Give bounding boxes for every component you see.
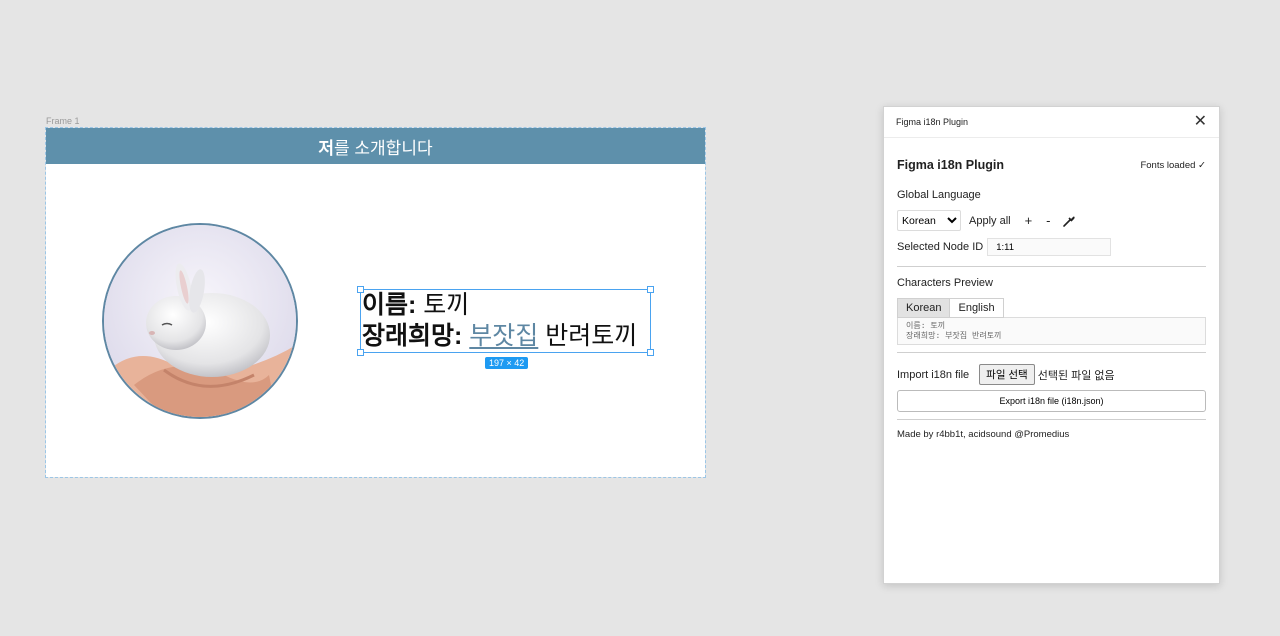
rabbit-image	[104, 225, 296, 417]
tab-korean[interactable]: Korean	[897, 298, 951, 318]
resize-handle-tl[interactable]	[357, 286, 364, 293]
tab-english[interactable]: English	[949, 298, 1004, 318]
size-badge: 197 × 42	[485, 357, 529, 369]
characters-preview-box[interactable]: 이름: 토끼 장래희망: 부잣집 반려토끼	[897, 317, 1206, 345]
divider	[897, 266, 1206, 267]
preview-line-1: 이름: 토끼	[906, 321, 946, 330]
rabbit-photo[interactable]	[102, 223, 298, 419]
plugin-window-title: Figma i18n Plugin	[896, 117, 969, 127]
text-line-name: 이름: 토끼	[361, 290, 650, 321]
remove-language-button[interactable]: -	[1046, 213, 1050, 228]
dream-label: 장래희망:	[362, 322, 463, 350]
resize-handle-tr[interactable]	[647, 286, 654, 293]
frame-header[interactable]: 저를 소개합니다	[46, 128, 705, 164]
close-icon[interactable]: ✕	[1194, 114, 1207, 130]
preview-tabs: Korean English	[897, 298, 1206, 318]
choose-file-button[interactable]: 파일 선택	[979, 364, 1035, 385]
plugin-heading: Figma i18n Plugin	[897, 158, 1004, 172]
frame-label[interactable]: Frame 1	[46, 116, 80, 126]
global-language-label: Global Language	[897, 189, 981, 201]
divider	[897, 419, 1206, 420]
header-text: 를 소개합니다	[334, 138, 433, 158]
resize-handle-br[interactable]	[647, 349, 654, 356]
plugin-window: Figma i18n Plugin ✕ Figma i18n Plugin Fo…	[883, 106, 1220, 584]
preview-line-2: 장래희망: 부잣집 반려토끼	[906, 331, 1002, 340]
credits: Made by r4bb1t, acidsound @Promedius	[897, 429, 1070, 440]
selected-node-label: Selected Node ID	[897, 241, 984, 253]
frame[interactable]: 저를 소개합니다 이름: 토끼 장래희망: 부잣집 반려토끼 197 × 42	[45, 127, 706, 478]
header-bold-text: 저	[318, 138, 335, 158]
import-label: Import i18n file	[897, 368, 970, 381]
add-language-button[interactable]: +	[1025, 213, 1033, 228]
selected-text-layer[interactable]: 이름: 토끼 장래희망: 부잣집 반려토끼	[357, 286, 654, 356]
selected-node-input[interactable]	[987, 238, 1112, 256]
name-label: 이름:	[362, 291, 417, 319]
fonts-status: Fonts loaded ✓	[1140, 159, 1206, 171]
divider	[897, 352, 1206, 353]
eyedropper-icon[interactable]	[1062, 214, 1076, 228]
resize-handle-bl[interactable]	[357, 349, 364, 356]
language-select[interactable]: Korean	[897, 210, 961, 231]
apply-all-button[interactable]: Apply all	[969, 215, 1011, 227]
dream-value: 반려토끼	[545, 322, 638, 350]
dream-link[interactable]: 부잣집	[469, 322, 538, 350]
name-value: 토끼	[423, 291, 470, 319]
file-status: 선택된 파일 없음	[1037, 369, 1115, 382]
plugin-titlebar: Figma i18n Plugin ✕	[884, 107, 1219, 138]
export-button[interactable]: Export i18n file (i18n.json)	[897, 390, 1206, 412]
text-line-dream: 장래희망: 부잣집 반려토끼	[361, 321, 650, 352]
characters-preview-label: Characters Preview	[897, 277, 993, 289]
